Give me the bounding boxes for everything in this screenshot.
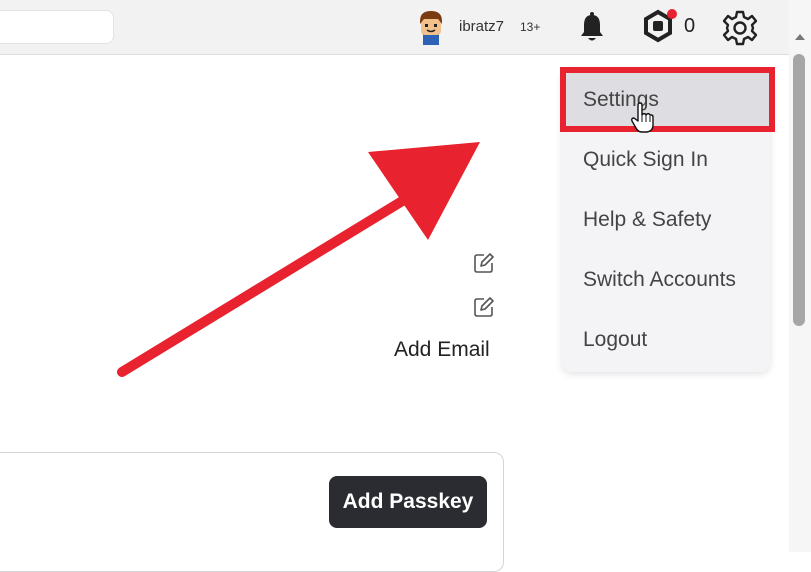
search-input[interactable] bbox=[0, 10, 114, 44]
edit-icon[interactable] bbox=[472, 295, 496, 319]
add-passkey-button[interactable]: Add Passkey bbox=[329, 476, 487, 528]
highlight-box-annotation bbox=[560, 67, 775, 132]
scroll-up-arrow-icon[interactable] bbox=[795, 34, 805, 40]
age-badge: 13+ bbox=[520, 20, 541, 34]
add-email-link[interactable]: Add Email bbox=[394, 338, 490, 362]
robux-count: 0 bbox=[684, 15, 696, 37]
page-scrollbar[interactable] bbox=[789, 0, 811, 552]
menu-item-logout[interactable]: Logout bbox=[562, 310, 770, 370]
user-avatar[interactable] bbox=[413, 9, 449, 45]
hand-cursor-icon bbox=[631, 102, 654, 133]
scrollbar-thumb[interactable] bbox=[793, 54, 805, 326]
menu-item-switch-accounts[interactable]: Switch Accounts bbox=[562, 250, 770, 310]
menu-item-quick-sign-in[interactable]: Quick Sign In bbox=[562, 130, 770, 190]
menu-item-help-safety[interactable]: Help & Safety bbox=[562, 190, 770, 250]
top-navigation-bar: ibratz7 13+ 0 bbox=[0, 0, 789, 55]
username-label[interactable]: ibratz7 bbox=[459, 18, 504, 35]
arrow-head bbox=[368, 142, 480, 240]
arrow-shaft bbox=[117, 173, 445, 377]
gear-icon[interactable] bbox=[721, 9, 759, 47]
robux-icon[interactable] bbox=[642, 8, 680, 46]
bell-icon[interactable] bbox=[574, 10, 610, 46]
notification-dot bbox=[667, 9, 677, 19]
edit-icon[interactable] bbox=[472, 251, 496, 275]
